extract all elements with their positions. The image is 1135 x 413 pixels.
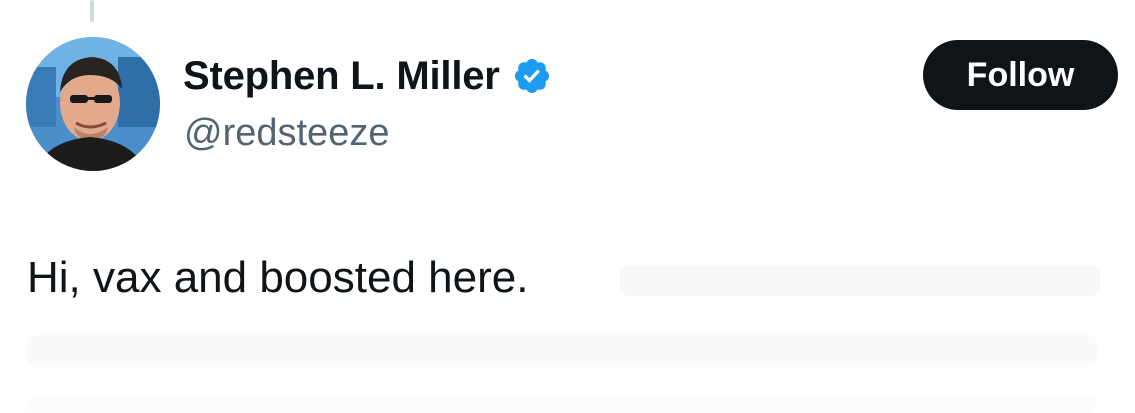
thread-connector-line (90, 0, 94, 22)
author-handle[interactable]: @redsteeze (184, 110, 389, 156)
faded-text-region (27, 335, 1097, 365)
tweet-text: Hi, vax and boosted here. (27, 253, 529, 302)
verified-badge-icon[interactable] (512, 56, 552, 96)
follow-button[interactable]: Follow (923, 40, 1118, 110)
author-display-name[interactable]: Stephen L. Miller (183, 52, 552, 100)
faded-text-region (27, 395, 1097, 413)
author-display-name-text[interactable]: Stephen L. Miller (183, 52, 500, 100)
avatar[interactable] (26, 37, 160, 171)
faded-text-region (620, 266, 1100, 296)
avatar-image (26, 37, 160, 171)
